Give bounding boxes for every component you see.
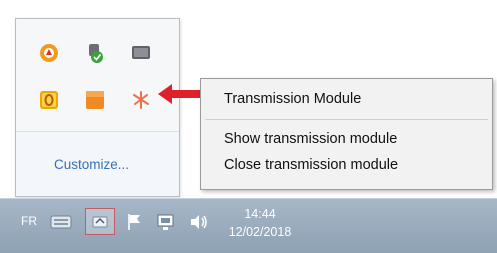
taskbar-clock[interactable]: 14:44 12/02/2018: [225, 205, 295, 241]
chevron-up-icon: [92, 216, 108, 228]
customize-link[interactable]: Customize...: [54, 157, 129, 172]
yellow-o-icon[interactable]: [38, 89, 60, 111]
orange-square-icon[interactable]: [84, 89, 106, 111]
taskbar: FR 14:44 12/02/2018: [0, 198, 497, 253]
volume-icon[interactable]: [188, 212, 210, 232]
tray-icon-grid: [16, 19, 179, 132]
vm-icon[interactable]: [130, 42, 152, 64]
keyboard-icon[interactable]: [50, 214, 72, 230]
menu-item-close-transmission-module[interactable]: Close transmission module: [224, 157, 398, 173]
show-hidden-icons-button[interactable]: [85, 208, 115, 235]
menu-item-show-transmission-module[interactable]: Show transmission module: [224, 131, 397, 147]
network-icon[interactable]: [155, 212, 177, 232]
transmission-module-icon[interactable]: [130, 89, 152, 111]
context-menu: Transmission Module Show transmission mo…: [200, 78, 493, 190]
tray-overflow-panel: Customize...: [15, 18, 180, 197]
menu-separator: [205, 119, 488, 120]
clock-date: 12/02/2018: [228, 225, 292, 239]
flag-icon[interactable]: [125, 212, 145, 232]
green-shield-icon[interactable]: [84, 42, 106, 64]
orange-update-icon[interactable]: [38, 42, 60, 64]
flyout-footer: Customize...: [16, 132, 179, 196]
clock-time: 14:44: [244, 207, 276, 221]
language-indicator[interactable]: FR: [21, 214, 37, 228]
menu-item-transmission-module[interactable]: Transmission Module: [224, 91, 361, 107]
red-arrow-icon: [158, 84, 200, 104]
